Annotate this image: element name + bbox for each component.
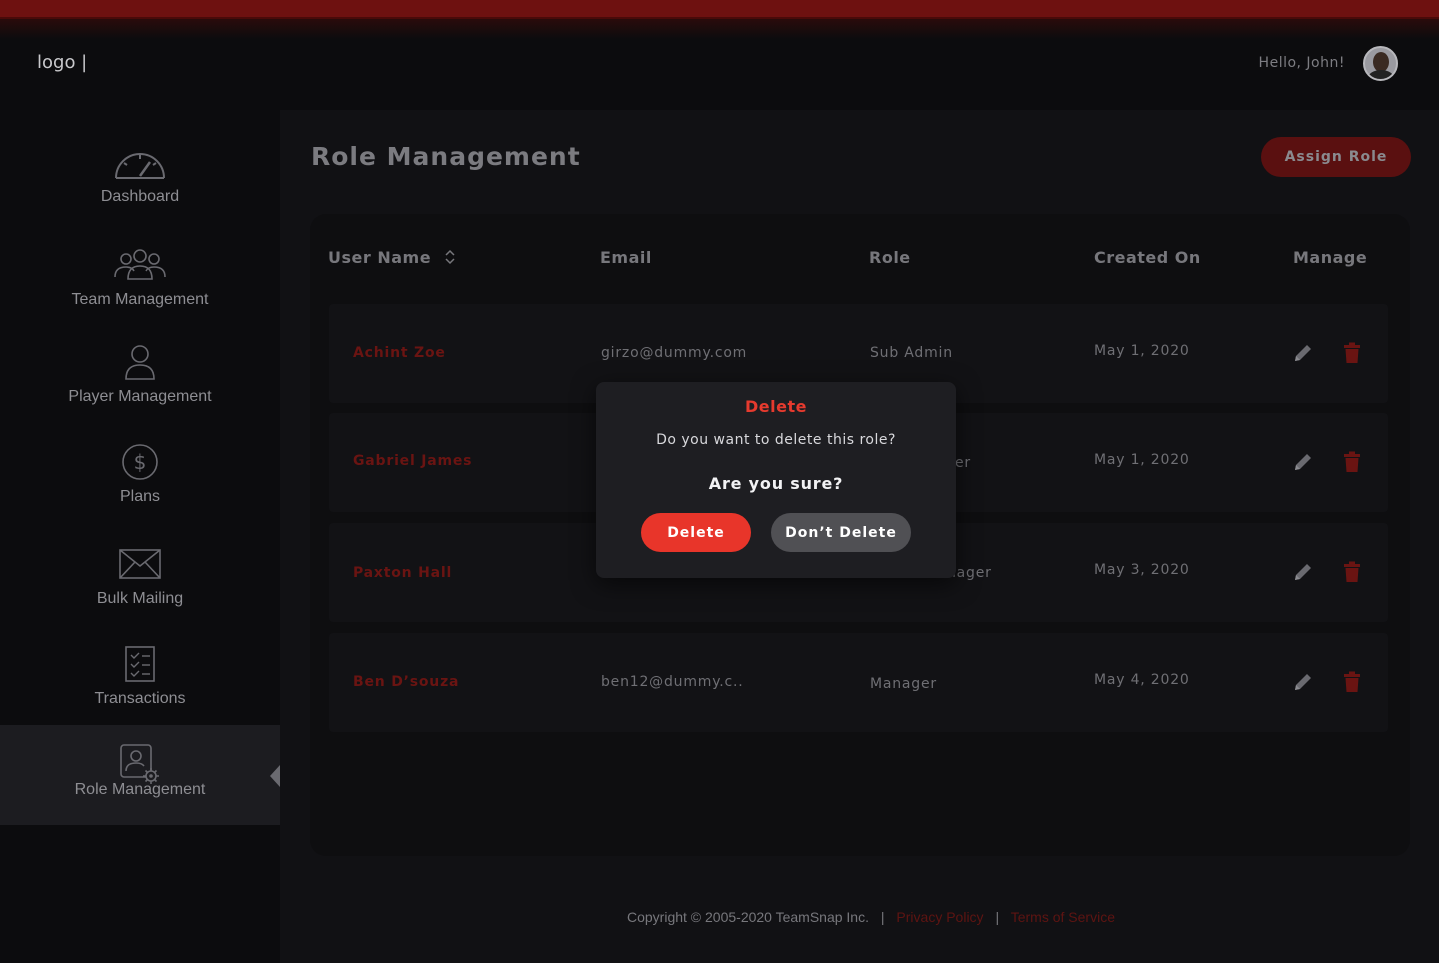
email-cell: girzo@dummy.com: [601, 345, 748, 361]
sidebar-item-label: Dashboard: [100, 188, 180, 205]
sidebar-item-bulk-mailing[interactable]: Bulk Mailing: [0, 542, 280, 642]
avatar[interactable]: [1363, 46, 1398, 81]
envelope-icon: [112, 542, 168, 586]
sidebar-item-label: Plans: [119, 488, 161, 505]
table-row: Ben D’souza ben12@dummy.c.. Manager May …: [329, 633, 1388, 732]
edit-icon[interactable]: [1292, 451, 1314, 477]
user-name-cell[interactable]: Achint Zoe: [353, 345, 446, 361]
created-on-cell: May 1, 2020: [1094, 452, 1190, 468]
column-header-user-name[interactable]: User Name: [328, 248, 455, 269]
trash-icon[interactable]: [1343, 671, 1361, 697]
created-on-cell: May 3, 2020: [1094, 562, 1190, 578]
footer: Copyright © 2005-2020 TeamSnap Inc. | Pr…: [627, 909, 1115, 925]
active-indicator: [270, 765, 280, 787]
top-accent-bar: [0, 0, 1439, 19]
sidebar-item-player-management[interactable]: Player Management: [0, 340, 280, 440]
sidebar-item-label: Bulk Mailing: [96, 590, 184, 607]
edit-icon[interactable]: [1292, 561, 1314, 587]
avatar-shoulders: [1368, 70, 1394, 79]
role-cell: er: [955, 455, 971, 471]
user-name-cell[interactable]: Paxton Hall: [353, 565, 452, 581]
page-title: Role Management: [311, 142, 581, 171]
dialog-confirm-text: Are you sure?: [708, 474, 844, 493]
privacy-policy-link[interactable]: Privacy Policy: [896, 909, 983, 925]
sidebar-item-role-management[interactable]: Role Management: [0, 725, 280, 825]
column-header-label: User Name: [328, 248, 432, 267]
sidebar: Dashboard Team Management Player Managem…: [0, 110, 280, 963]
role-cell: Sub Admin: [870, 345, 953, 361]
edit-icon[interactable]: [1292, 671, 1314, 697]
trash-icon[interactable]: [1343, 451, 1361, 477]
sidebar-item-label: Player Management: [68, 388, 212, 405]
created-on-cell: May 4, 2020: [1094, 672, 1190, 688]
column-header-email: Email: [600, 248, 652, 267]
speedometer-icon: [112, 140, 168, 184]
column-header-manage: Manage: [1293, 248, 1368, 267]
column-header-created-on: Created On: [1094, 248, 1201, 267]
dialog-title: Delete: [745, 397, 807, 416]
footer-separator: |: [880, 909, 885, 925]
copyright-text: Copyright © 2005-2020 TeamSnap Inc.: [627, 909, 869, 925]
top-accent-glow: [0, 19, 1439, 39]
assign-role-button[interactable]: Assign Role: [1261, 137, 1411, 177]
sidebar-item-team-management[interactable]: Team Management: [0, 243, 280, 343]
team-icon: [112, 243, 168, 287]
created-on-cell: May 1, 2020: [1094, 343, 1190, 359]
footer-separator: |: [995, 909, 1000, 925]
edit-icon[interactable]: [1292, 342, 1314, 368]
sidebar-item-label: Transactions: [94, 690, 186, 707]
greeting-text: Hello, John!: [1258, 55, 1345, 71]
email-cell: ben12@dummy.c..: [601, 674, 744, 690]
cancel-delete-button[interactable]: Don’t Delete: [771, 513, 911, 552]
sidebar-item-dashboard[interactable]: Dashboard: [0, 140, 280, 240]
delete-confirm-dialog: Delete Do you want to delete this role? …: [596, 382, 956, 578]
terms-of-service-link[interactable]: Terms of Service: [1011, 909, 1115, 925]
sidebar-item-label: Team Management: [71, 291, 209, 308]
checklist-icon: [112, 642, 168, 686]
dialog-message: Do you want to delete this role?: [656, 432, 896, 448]
user-name-cell[interactable]: Ben D’souza: [353, 674, 459, 690]
user-name-cell[interactable]: Gabriel James: [353, 453, 472, 469]
sidebar-item-plans[interactable]: $ Plans: [0, 440, 280, 540]
column-header-role: Role: [869, 248, 911, 267]
trash-icon[interactable]: [1343, 342, 1361, 368]
dollar-icon: $: [112, 440, 168, 484]
confirm-delete-button[interactable]: Delete: [641, 513, 751, 552]
sort-icon[interactable]: [445, 249, 455, 269]
trash-icon[interactable]: [1343, 561, 1361, 587]
sidebar-item-label: Role Management: [74, 781, 206, 798]
user-icon: [112, 340, 168, 384]
role-cell: Manager: [870, 676, 937, 692]
svg-text:$: $: [134, 450, 147, 474]
logo[interactable]: logo |: [37, 52, 87, 73]
avatar-face: [1373, 52, 1389, 72]
